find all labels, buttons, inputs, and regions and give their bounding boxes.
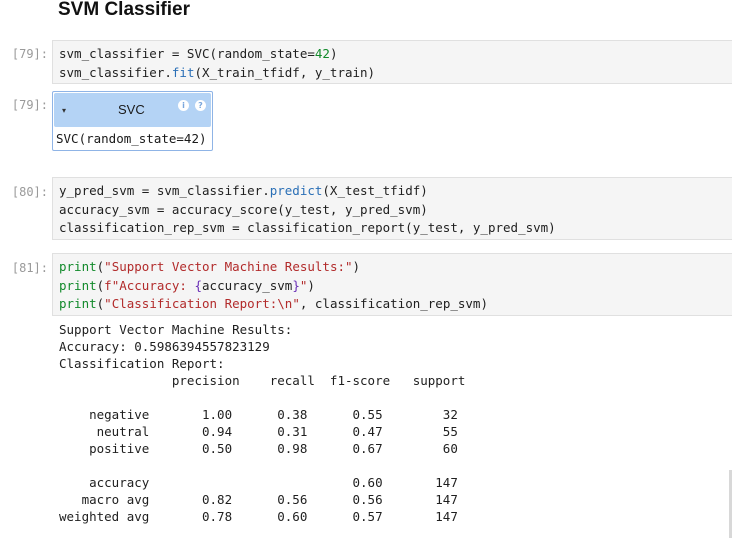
help-icon[interactable]: ? xyxy=(195,100,206,111)
code-token: { xyxy=(194,277,203,293)
svc-estimator-widget[interactable]: ▾ SVC i ? SVC(random_state=42) xyxy=(52,91,213,151)
code-line[interactable]: accuracy_svm = accuracy_score(y_test, y_… xyxy=(59,201,726,220)
code-token: accuracy_svm xyxy=(202,277,293,293)
code-cell[interactable]: y_pred_svm = svm_classifier.predict(X_te… xyxy=(52,177,732,240)
code-token: print xyxy=(59,277,97,293)
cell-prompt: [79]: xyxy=(11,47,48,61)
output-line: Accuracy: 0.5986394557823129 xyxy=(59,339,270,354)
cell-prompt: [80]: xyxy=(11,185,48,199)
code-token: "Classification Report:\n" xyxy=(104,296,300,311)
code-token: classification_rep_svm = classification_… xyxy=(59,220,556,235)
collapse-caret-icon[interactable]: ▾ xyxy=(62,106,66,115)
output-line: positive 0.50 0.98 0.67 60 xyxy=(59,441,458,456)
output-line: Classification Report: xyxy=(59,356,225,371)
output-line: Support Vector Machine Results: xyxy=(59,322,293,337)
svc-widget-title: SVC xyxy=(118,102,145,117)
code-token: (X_test_tfidf) xyxy=(322,183,428,198)
code-token: predict xyxy=(269,183,323,198)
code-line[interactable]: svm_classifier = SVC(random_state=42) xyxy=(59,45,726,64)
code-cell[interactable]: svm_classifier = SVC(random_state=42) svm… xyxy=(52,40,732,84)
code-token: "Support Vector Machine Results:" xyxy=(104,259,353,274)
output-line: accuracy 0.60 147 xyxy=(59,475,458,490)
code-token: fit xyxy=(171,64,195,80)
code-token: y_pred_svm = svm_classifier. xyxy=(59,183,270,198)
code-line[interactable]: svm_classifier.fit(X_train_tfidf, y_trai… xyxy=(59,64,726,83)
code-token: ) xyxy=(307,277,315,293)
code-token: ) xyxy=(329,46,338,61)
code-token: , classification_rep_svm) xyxy=(299,296,488,311)
output-line: negative 1.00 0.38 0.55 32 xyxy=(59,407,458,422)
code-token: ) xyxy=(352,259,361,274)
info-icon[interactable]: i xyxy=(178,100,189,111)
code-token: svm_classifier. xyxy=(59,64,172,80)
code-token: print xyxy=(59,296,97,311)
code-line[interactable]: y_pred_svm = svm_classifier.predict(X_te… xyxy=(59,182,726,201)
code-token: accuracy_svm = accuracy_score(y_test, y_… xyxy=(59,201,428,217)
code-line[interactable]: print(f"Accuracy: {accuracy_svm}") xyxy=(59,277,726,296)
cell-output: Support Vector Machine Results: Accuracy:… xyxy=(59,321,465,525)
code-line[interactable]: print("Classification Report:\n", classi… xyxy=(59,295,726,314)
section-heading: SVM Classifier xyxy=(58,0,190,20)
code-token: 42 xyxy=(314,46,330,61)
output-line: neutral 0.94 0.31 0.47 55 xyxy=(59,424,458,439)
code-token: f"Accuracy: xyxy=(104,277,195,293)
code-line[interactable]: classification_rep_svm = classification_… xyxy=(59,219,726,238)
svc-params-text: SVC(random_state=42) xyxy=(56,131,207,146)
code-line[interactable]: print("Support Vector Machine Results:") xyxy=(59,258,726,277)
output-line: macro avg 0.82 0.56 0.56 147 xyxy=(59,492,458,507)
code-token: svm_classifier = SVC(random_state= xyxy=(59,46,315,61)
code-token: print xyxy=(59,259,97,274)
output-line: weighted avg 0.78 0.60 0.57 147 xyxy=(59,509,458,524)
output-prompt: [79]: xyxy=(11,98,48,112)
code-token: (X_train_tfidf, y_train) xyxy=(194,64,376,80)
cell-prompt: [81]: xyxy=(11,261,48,275)
output-line: precision recall f1-score support xyxy=(59,373,466,388)
code-token: } xyxy=(292,277,300,293)
code-cell[interactable]: print("Support Vector Machine Results:")… xyxy=(52,253,732,316)
svc-widget-header[interactable]: ▾ SVC i ? xyxy=(54,93,211,127)
